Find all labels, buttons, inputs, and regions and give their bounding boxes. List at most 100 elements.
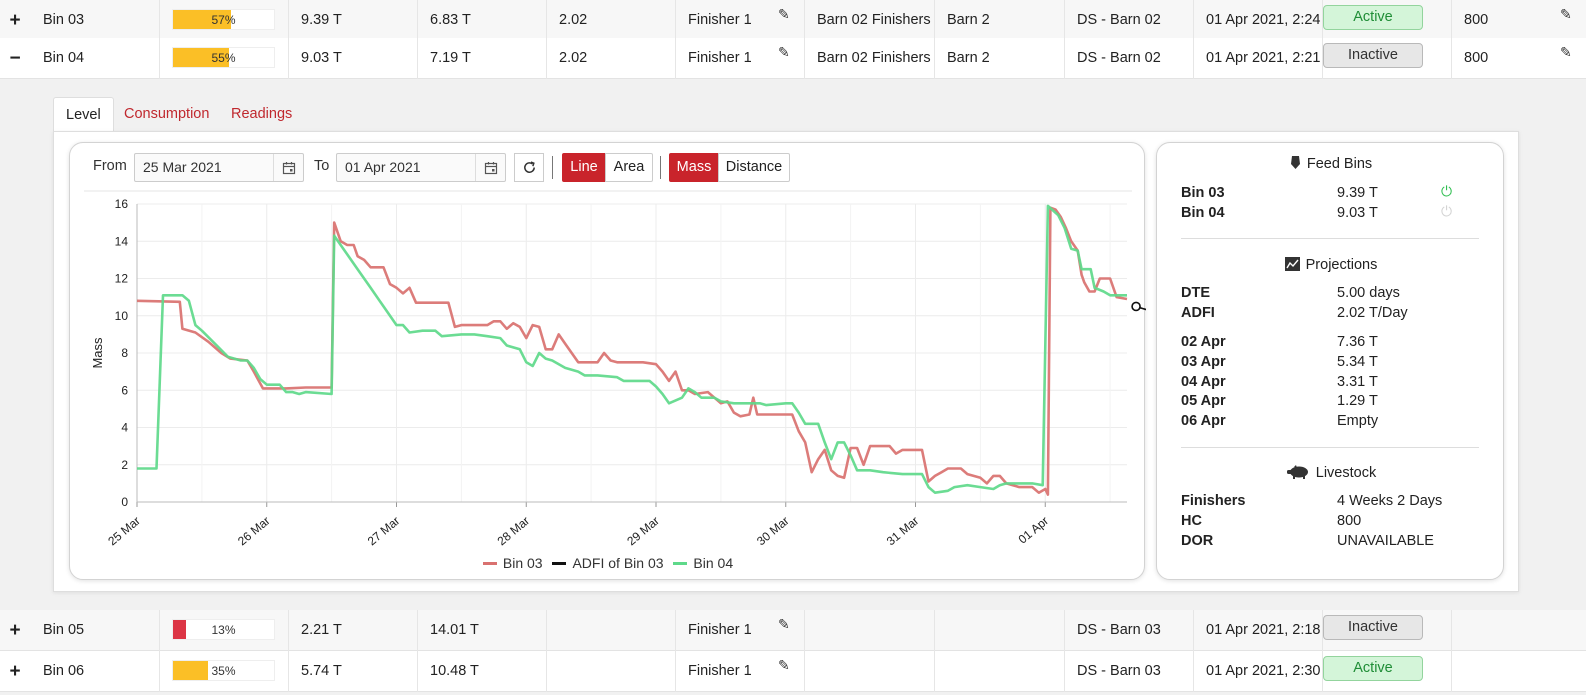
x-tick-label: 28 Mar bbox=[495, 514, 533, 549]
last-updated: 01 Apr 2021, 2:21 PM bbox=[1194, 38, 1323, 79]
bin-detail-panel: Level Consumption Readings From 25 Mar 2… bbox=[53, 97, 1519, 592]
level-percent: 57% bbox=[211, 13, 236, 27]
edit-icon[interactable]: ✎ bbox=[778, 6, 794, 22]
status-badge[interactable]: Inactive bbox=[1323, 615, 1423, 640]
group-cell: Finisher 1 ✎ bbox=[676, 38, 805, 79]
bin-mass: 9.03 T bbox=[1337, 205, 1378, 221]
x-tick-label: 29 Mar bbox=[624, 514, 662, 549]
head-count: 800 ✎ bbox=[1452, 0, 1586, 41]
forecast-date: 04 Apr bbox=[1181, 374, 1226, 390]
y-tick-label: 12 bbox=[115, 272, 129, 286]
livestock-value: 4 Weeks 2 Days bbox=[1337, 493, 1443, 509]
device-name: DS - Barn 02 bbox=[1065, 0, 1194, 41]
head-count bbox=[1452, 610, 1586, 651]
group-name: Finisher 1 bbox=[688, 12, 752, 28]
series-line-bin-03 bbox=[136, 206, 1128, 496]
x-tick-label: 25 Mar bbox=[105, 514, 143, 549]
y-tick-label: 0 bbox=[121, 495, 128, 509]
last-updated: 01 Apr 2021, 2:30 PM bbox=[1194, 651, 1323, 692]
legend-item-bin-03[interactable]: Bin 03 bbox=[482, 555, 543, 571]
legend-item-bin-04[interactable]: Bin 04 bbox=[673, 555, 733, 571]
barn-name bbox=[935, 651, 1065, 692]
livestock-value: UNAVAILABLE bbox=[1337, 533, 1434, 549]
feed-bin-icon bbox=[1290, 155, 1301, 172]
y-tick-label: 10 bbox=[115, 309, 129, 323]
device-name: DS - Barn 03 bbox=[1065, 651, 1194, 692]
level-cell: 57% bbox=[160, 0, 289, 41]
legend-item-adfi[interactable]: ADFI of Bin 03 bbox=[552, 555, 664, 571]
status-badge[interactable]: Active bbox=[1323, 656, 1423, 681]
livestock-heading: Livestock bbox=[1157, 465, 1505, 481]
status-badge[interactable]: Inactive bbox=[1323, 43, 1423, 68]
capacity-remaining: 6.83 T bbox=[418, 0, 547, 41]
y-tick-label: 6 bbox=[121, 383, 128, 397]
edit-icon[interactable]: ✎ bbox=[1560, 6, 1576, 22]
edit-icon[interactable]: ✎ bbox=[778, 616, 794, 632]
group-name: Finisher 1 bbox=[688, 622, 752, 638]
forecast-value: 5.34 T bbox=[1337, 354, 1378, 370]
bin-name: Bin 05 bbox=[30, 610, 160, 651]
chart-legend: Bin 03 ADFI of Bin 03 Bin 04 bbox=[70, 555, 1146, 571]
y-tick-label: 14 bbox=[115, 234, 129, 248]
y-tick-label: 4 bbox=[121, 421, 128, 435]
divider bbox=[1181, 447, 1479, 448]
room-name: Barn 02 Finishers bbox=[805, 0, 935, 41]
y-tick-label: 16 bbox=[115, 197, 129, 211]
level-bar: 13% bbox=[172, 619, 275, 640]
x-tick-label: 31 Mar bbox=[884, 514, 922, 549]
x-tick-label: 27 Mar bbox=[365, 514, 403, 549]
bin-name: Bin 04 bbox=[30, 38, 160, 79]
table-row[interactable]: + Bin 06 35% 5.74 T 10.48 T Finisher 1 ✎ DS - B… bbox=[0, 651, 1586, 692]
level-percent: 35% bbox=[211, 664, 236, 678]
bin-name: Bin 03 bbox=[1181, 185, 1225, 201]
last-updated: 01 Apr 2021, 2:24 PM bbox=[1194, 0, 1323, 41]
group-name: Finisher 1 bbox=[688, 50, 752, 66]
adfi-value: 2.02 bbox=[547, 0, 676, 41]
chart-card: From 25 Mar 2021 To 01 Apr 2021 Line Are… bbox=[69, 142, 1146, 580]
tab-content: From 25 Mar 2021 To 01 Apr 2021 Line Are… bbox=[53, 131, 1519, 592]
expand-toggle[interactable]: + bbox=[0, 651, 30, 692]
level-bar: 57% bbox=[172, 9, 275, 30]
edit-icon[interactable]: ✎ bbox=[1560, 44, 1576, 60]
adfi-value: 2.02 bbox=[547, 38, 676, 79]
level-bar: 35% bbox=[172, 660, 275, 681]
status-badge[interactable]: Active bbox=[1323, 5, 1423, 30]
projections-heading: Projections bbox=[1157, 257, 1505, 273]
hover-marker bbox=[1131, 301, 1141, 312]
feed-bins-heading: Feed Bins bbox=[1157, 155, 1505, 172]
livestock-label: HC bbox=[1181, 513, 1202, 529]
adfi-value bbox=[547, 610, 676, 651]
edit-icon[interactable]: ✎ bbox=[778, 44, 794, 60]
x-tick-label: 01 Apr bbox=[1016, 514, 1052, 547]
power-off-icon[interactable]: ⏻ bbox=[1441, 203, 1452, 220]
status-cell: Inactive bbox=[1323, 38, 1452, 79]
expand-toggle[interactable]: − bbox=[0, 38, 30, 79]
barn-name bbox=[935, 610, 1065, 651]
tab-level[interactable]: Level bbox=[53, 97, 114, 131]
level-percent: 55% bbox=[211, 51, 236, 65]
bin-name: Bin 04 bbox=[1181, 205, 1225, 221]
tab-consumption[interactable]: Consumption bbox=[112, 97, 221, 131]
level-chart[interactable]: 0 2 4 6 8 10 12 14 16 25 Mar 26 Mar 27 Mar 28 Mar 29 … bbox=[70, 143, 1146, 553]
table-row[interactable]: + Bin 03 57% 9.39 T 6.83 T 2.02 Finisher 1 ✎ Bar… bbox=[0, 0, 1586, 41]
status-cell: Active bbox=[1323, 651, 1452, 692]
room-name bbox=[805, 610, 935, 651]
capacity-remaining: 14.01 T bbox=[418, 610, 547, 651]
current-mass: 9.03 T bbox=[289, 38, 418, 79]
table-row[interactable]: − Bin 04 55% 9.03 T 7.19 T 2.02 Finisher 1 ✎ Bar… bbox=[0, 38, 1586, 79]
expand-toggle[interactable]: + bbox=[0, 610, 30, 651]
tab-readings[interactable]: Readings bbox=[219, 97, 304, 131]
expand-toggle[interactable]: + bbox=[0, 0, 30, 41]
room-name bbox=[805, 651, 935, 692]
device-name: DS - Barn 02 bbox=[1065, 38, 1194, 79]
chart-icon bbox=[1284, 257, 1300, 273]
power-on-icon[interactable]: ⏻ bbox=[1441, 183, 1452, 200]
livestock-label: Finishers bbox=[1181, 493, 1246, 509]
forecast-date: 05 Apr bbox=[1181, 393, 1226, 409]
edit-icon[interactable]: ✎ bbox=[778, 657, 794, 673]
table-row[interactable]: + Bin 05 13% 2.21 T 14.01 T Finisher 1 ✎ DS - B… bbox=[0, 610, 1586, 651]
dte-label: DTE bbox=[1181, 285, 1210, 301]
current-mass: 2.21 T bbox=[289, 610, 418, 651]
status-cell: Active bbox=[1323, 0, 1452, 41]
last-updated: 01 Apr 2021, 2:18 PM bbox=[1194, 610, 1323, 651]
